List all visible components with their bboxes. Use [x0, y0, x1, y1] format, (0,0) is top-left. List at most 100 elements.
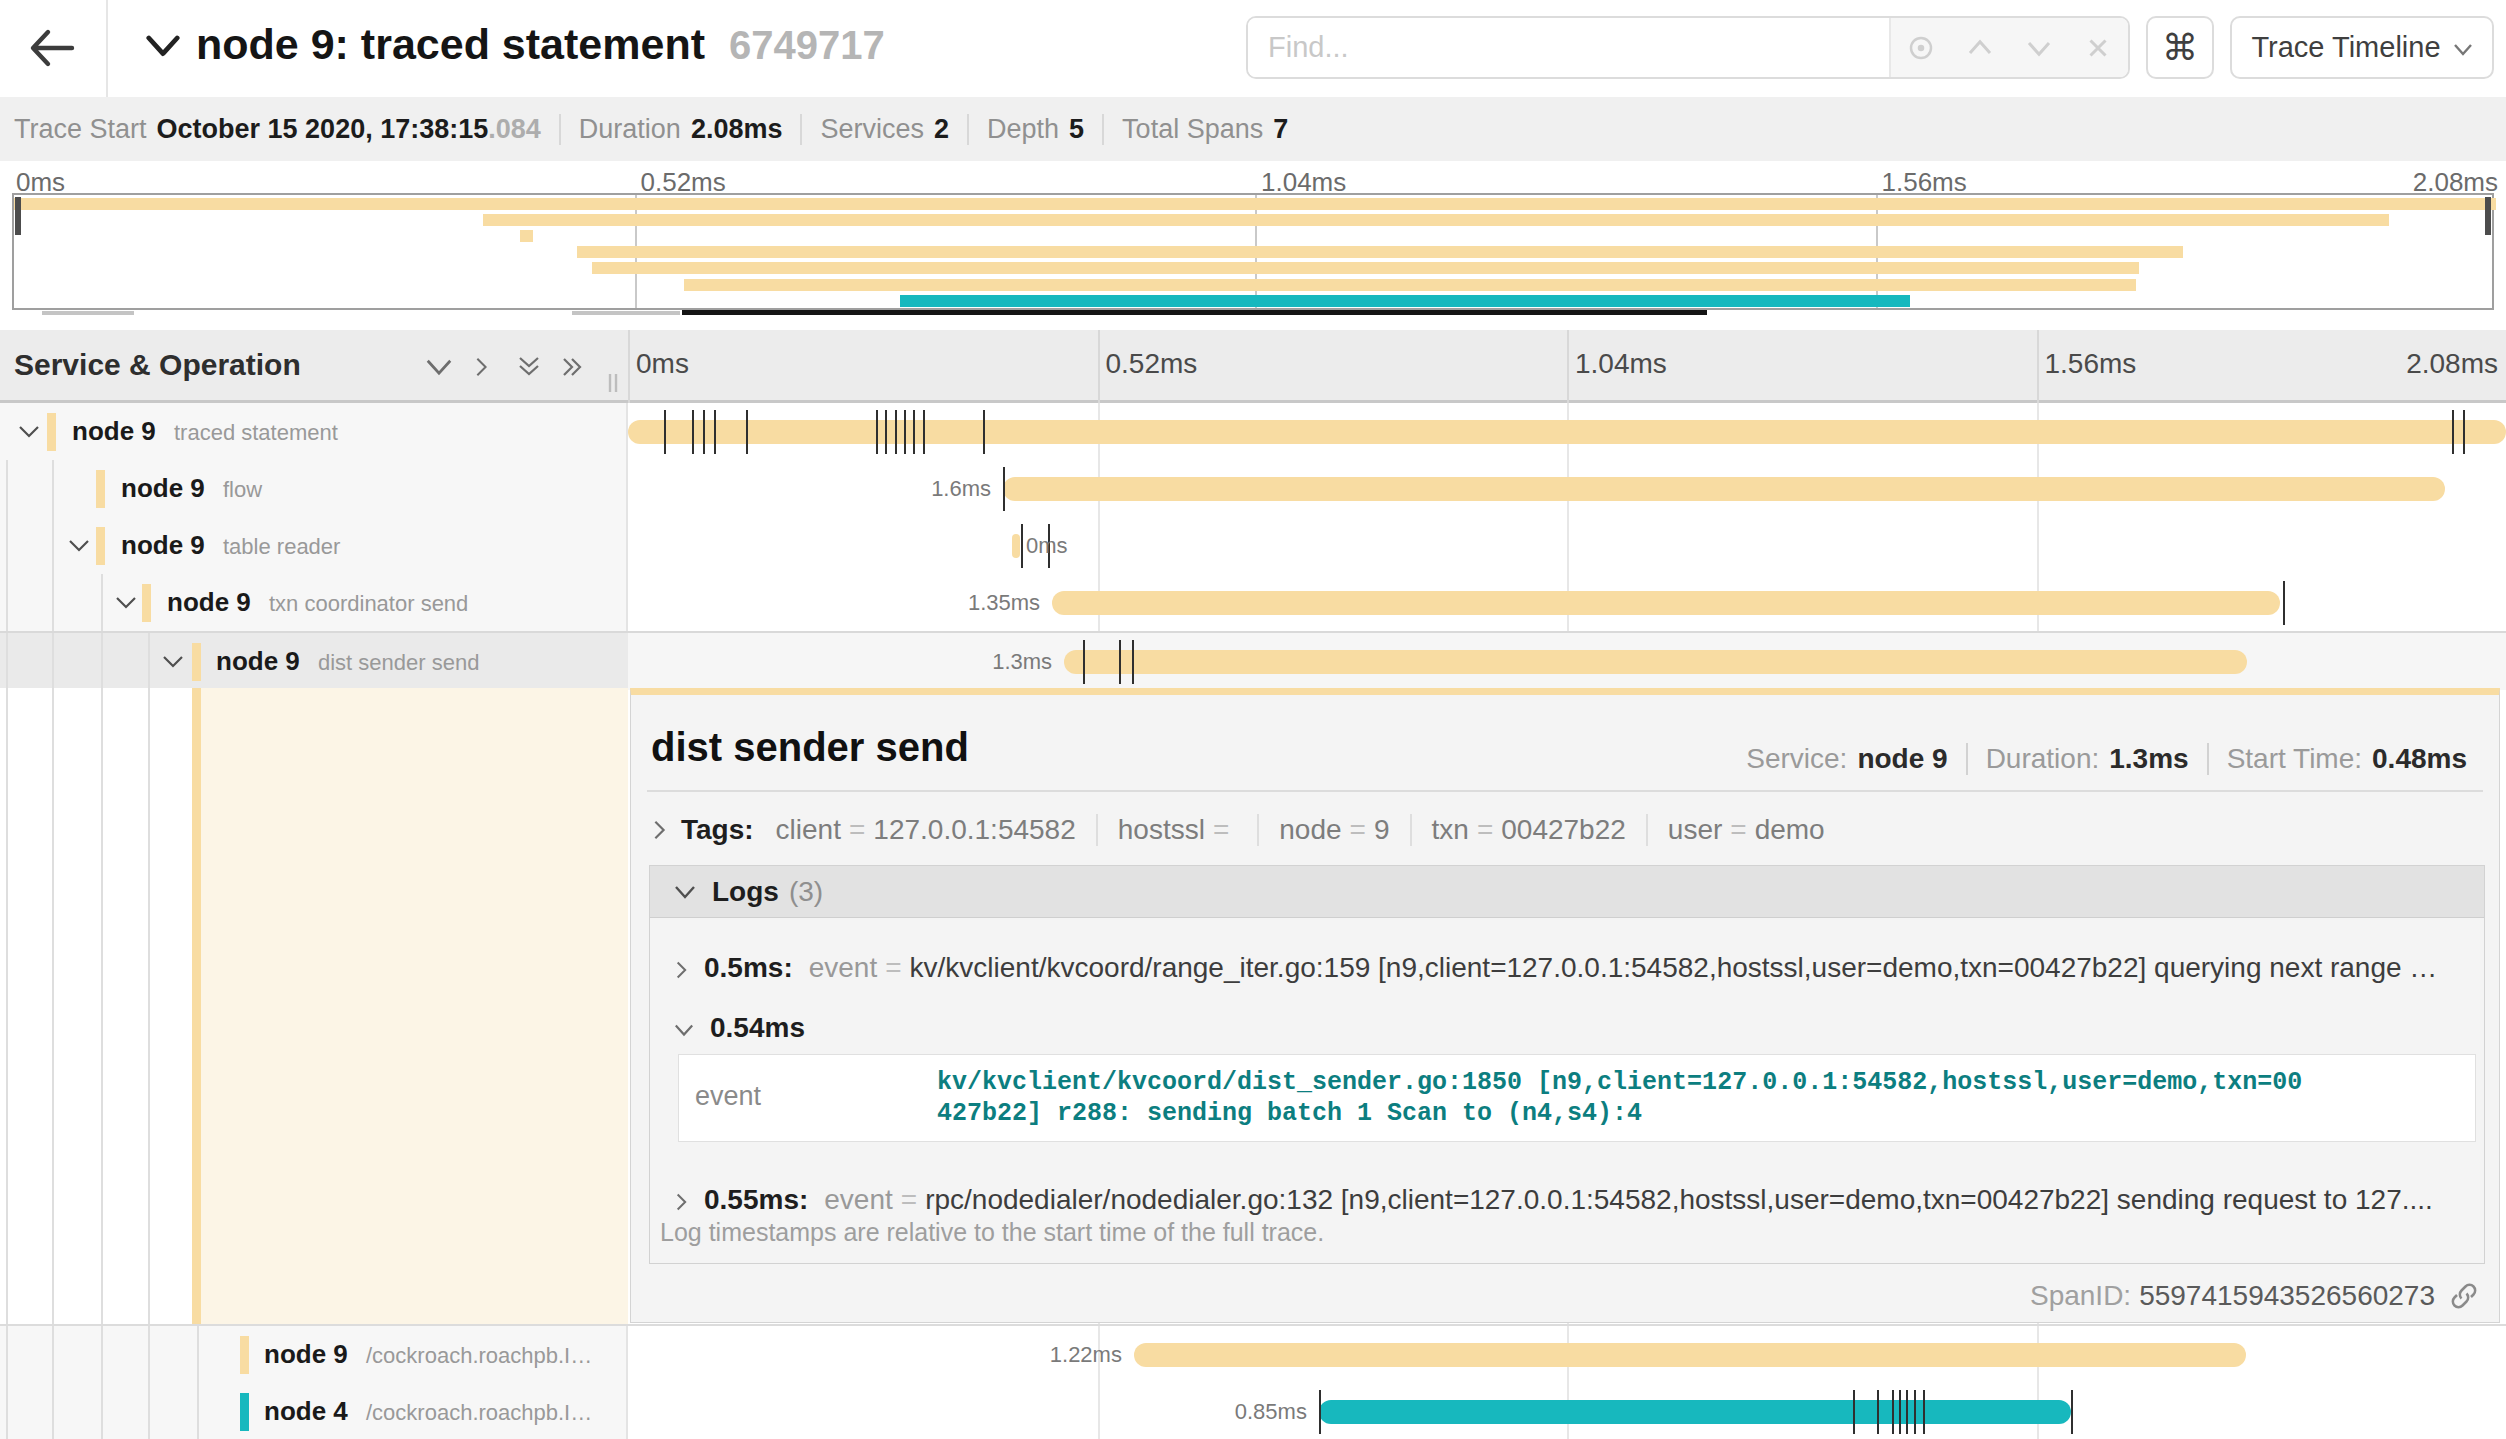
chevron-down-icon[interactable]: [160, 654, 186, 670]
indent-guide: [6, 517, 8, 574]
tag-item: node=9: [1257, 814, 1409, 846]
log-marker-tick: [1892, 1390, 1894, 1434]
equals-sign: =: [1213, 814, 1229, 846]
expand-one-icon[interactable]: [470, 356, 492, 378]
chevron-down-icon[interactable]: [113, 595, 139, 611]
span-row[interactable]: node 9traced statement: [0, 403, 2506, 460]
log-marker-tick: [885, 410, 887, 454]
collapse-trace-icon[interactable]: [146, 34, 180, 59]
summary-label: Duration: [579, 114, 681, 145]
indent-guide: [101, 633, 103, 690]
log-marker-tick: [983, 410, 985, 454]
span-row[interactable]: node 9table reader0ms: [0, 517, 2506, 574]
chevron-down-icon[interactable]: [16, 424, 42, 440]
equals-sign: =: [901, 1184, 917, 1216]
row-divider: [0, 1324, 2506, 1326]
expand-all-icon[interactable]: [558, 356, 588, 378]
span-duration-bar[interactable]: [1052, 591, 2280, 615]
span-duration-bar[interactable]: [1064, 650, 2247, 674]
span-duration-bar[interactable]: [628, 420, 2506, 444]
logs-header[interactable]: Logs (3): [650, 866, 2484, 918]
span-detail-panel: dist sender send Service:node 9Duration:…: [630, 688, 2500, 1323]
keyboard-shortcuts-button[interactable]: ⌘: [2146, 16, 2214, 79]
log-marker-tick: [1853, 1390, 1855, 1434]
tag-item: user=demo: [1646, 814, 1845, 846]
column-resizer[interactable]: [606, 372, 620, 394]
minimap-span-bar: [592, 262, 2138, 274]
timeline-tick-label: 0ms: [636, 348, 689, 380]
logs-footnote: Log timestamps are relative to the start…: [660, 1218, 1324, 1247]
indent-guide: [52, 460, 54, 517]
log-message: rpc/nodedialer/nodedialer.go:132 [n9,cli…: [925, 1184, 2433, 1216]
span-row[interactable]: node 4/cockroach.roachpb.I…0.85ms: [0, 1383, 2506, 1439]
link-icon[interactable]: [2449, 1281, 2479, 1311]
find-icons: [1889, 18, 2128, 77]
next-match-icon[interactable]: [2024, 33, 2054, 63]
span-row[interactable]: node 9txn coordinator send1.35ms: [0, 574, 2506, 631]
chevron-down-icon[interactable]: [66, 538, 92, 554]
log-marker-tick: [895, 410, 897, 454]
span-row[interactable]: node 9flow1.6ms: [0, 460, 2506, 517]
span-id-label: SpanID:: [2030, 1280, 2131, 1312]
summary-value: 2.08ms: [691, 114, 783, 145]
minimap-scrubber-left[interactable]: [15, 197, 21, 235]
back-button[interactable]: [28, 26, 76, 70]
tags-row[interactable]: Tags: client=127.0.0.1:54582hostssl=node…: [651, 807, 1845, 853]
tags-label: Tags:: [681, 814, 754, 846]
span-row-timeline: 1.35ms: [628, 574, 2506, 631]
log-row[interactable]: 0.5ms: event = kv/kvclient/kvcoord/range…: [674, 952, 2460, 988]
tag-key: node: [1279, 814, 1341, 846]
log-row[interactable]: 0.55ms: event = rpc/nodedialer/nodediale…: [674, 1184, 2460, 1220]
log-marker-tick: [703, 410, 705, 454]
tags-items: client=127.0.0.1:54582hostssl=node=9txn=…: [776, 814, 1845, 846]
view-selector-button[interactable]: Trace Timeline: [2230, 16, 2494, 79]
log-marker-tick: [714, 410, 716, 454]
indent-guide: [52, 1383, 54, 1439]
minimap-scrubber-right[interactable]: [2485, 197, 2491, 235]
span-color-bar: [142, 584, 151, 622]
tag-value: demo: [1755, 814, 1825, 846]
log-marker-tick: [1877, 1390, 1879, 1434]
column-divider: [628, 330, 630, 403]
log-row-expanded-header[interactable]: 0.54ms: [674, 1012, 2460, 1048]
logs-count: (3): [789, 876, 823, 908]
summary-value: 5: [1069, 114, 1084, 145]
minimap-span-bar: [14, 198, 2496, 210]
log-marker-tick: [1132, 640, 1134, 684]
prev-match-icon[interactable]: [1965, 33, 1995, 63]
chevron-right-icon: [651, 819, 667, 841]
span-duration-bar[interactable]: [1012, 534, 1020, 558]
indent-guide: [101, 574, 103, 631]
find-box: [1246, 16, 2130, 79]
span-row[interactable]: node 9dist sender send1.3ms: [0, 631, 2506, 688]
span-row-sidebar: node 4/cockroach.roachpb.I…: [0, 1383, 628, 1439]
span-duration-bar[interactable]: [1134, 1343, 2246, 1367]
indent-guide: [6, 574, 8, 631]
log-marker-tick: [876, 410, 878, 454]
log-marker-tick: [2463, 410, 2465, 454]
summary-value: October 15 2020, 17:38:15: [157, 114, 489, 145]
trace-summary-item: Depth5: [967, 114, 1102, 145]
indent-guide: [101, 1383, 103, 1439]
back-column: [0, 0, 108, 97]
match-target-icon[interactable]: [1906, 33, 1936, 63]
divider: [647, 790, 2483, 792]
clear-find-icon[interactable]: [2083, 33, 2113, 63]
span-color-bar: [240, 1393, 249, 1431]
tag-key: hostssl: [1118, 814, 1205, 846]
kv-field-name: event: [695, 1081, 761, 1112]
log-marker-tick: [1899, 1390, 1901, 1434]
top-header: node 9: traced statement 6749717 ⌘: [0, 0, 2506, 97]
log-marker-tick: [1914, 1390, 1916, 1434]
span-duration-label: 0ms: [1026, 533, 1068, 559]
span-row[interactable]: node 9/cockroach.roachpb.I…1.22ms: [0, 1326, 2506, 1383]
span-duration-bar[interactable]: [1319, 1400, 2071, 1424]
span-detail-row: dist sender send Service:node 9Duration:…: [0, 688, 2506, 1326]
minimap-canvas[interactable]: [12, 193, 2494, 310]
log-marker-tick: [692, 410, 694, 454]
span-duration-bar[interactable]: [1003, 477, 2445, 501]
collapse-all-icon[interactable]: [514, 356, 544, 378]
collapse-one-icon[interactable]: [424, 356, 454, 378]
find-input[interactable]: [1248, 18, 1889, 77]
minimap-scroll-indicator[interactable]: [682, 310, 1707, 315]
